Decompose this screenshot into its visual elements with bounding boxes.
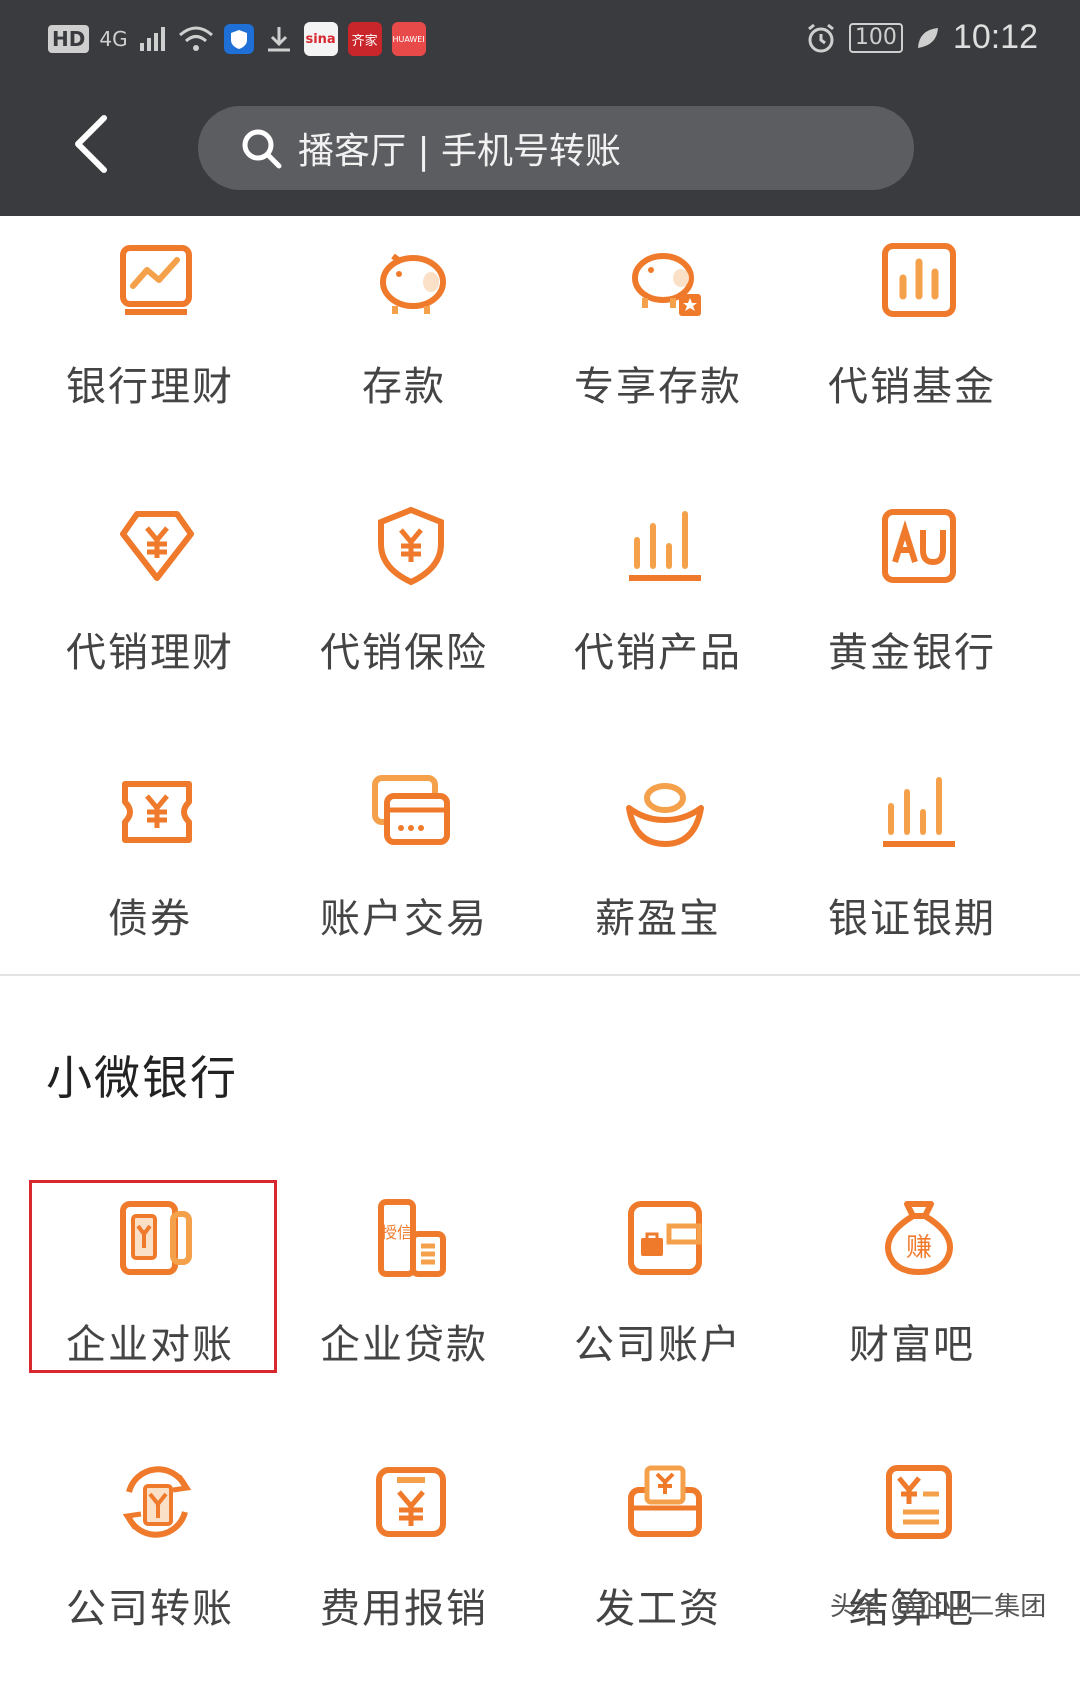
network-indicator: 4G — [99, 27, 128, 51]
tile-label: 银证银期 — [828, 896, 996, 942]
chart-line-icon — [120, 245, 192, 315]
yen-diamond-icon — [120, 511, 194, 581]
tile-expense-reimburse[interactable]: 费用报销 — [276, 1452, 546, 1702]
qijia-app-icon: 齐家 — [347, 22, 382, 56]
tile-label: 企业贷款 — [320, 1322, 488, 1368]
tile-company-account[interactable]: 公司账户 — [530, 1188, 800, 1438]
tile-label: 黄金银行 — [828, 630, 996, 676]
back-button[interactable] — [66, 112, 116, 176]
yen-box-icon — [376, 1467, 446, 1537]
watermark: 头条 @企业二集团 — [830, 1592, 1047, 1622]
tile-label: 代销理财 — [66, 630, 234, 676]
earn-badge-text: 赚 — [906, 1233, 932, 1263]
tile-label: 存款 — [362, 364, 446, 410]
tile-agency-products[interactable]: 代销产品 — [530, 496, 800, 746]
bar-chart-icon — [882, 243, 956, 317]
money-bag-icon: 赚 — [885, 1201, 953, 1276]
alarm-icon — [807, 23, 834, 52]
signal-icon — [139, 27, 165, 51]
salary-icon — [628, 1465, 702, 1537]
tile-agency-fund[interactable]: 代销基金 — [784, 230, 1054, 480]
download-icon — [267, 27, 290, 52]
tile-label: 财富吧 — [849, 1322, 975, 1368]
tile-wealth-bar[interactable]: 赚 财富吧 — [784, 1188, 1054, 1438]
tile-label: 公司账户 — [574, 1322, 742, 1368]
au-icon — [882, 509, 956, 583]
leaf-icon — [917, 27, 938, 48]
search-icon — [242, 129, 282, 169]
tile-label: 账户交易 — [320, 896, 488, 942]
tile-deposit[interactable]: 存款 — [276, 230, 546, 480]
battery-level: 100 — [848, 22, 903, 53]
highlight-box — [29, 1180, 277, 1373]
tile-label: 银行理财 — [66, 364, 234, 410]
tile-label: 代销产品 — [574, 630, 742, 676]
search-placeholder: 播客厅 | 手机号转账 — [298, 131, 622, 172]
wifi-icon — [178, 26, 213, 51]
hd-indicator: HD — [48, 25, 90, 53]
tile-agency-wealth[interactable]: 代销理财 — [22, 496, 292, 746]
tile-label: 代销基金 — [828, 364, 996, 410]
tile-company-transfer[interactable]: 公司转账 — [22, 1452, 292, 1702]
tile-agency-insurance[interactable]: 代销保险 — [276, 496, 546, 746]
tile-gold-bank[interactable]: 黄金银行 — [784, 496, 1054, 746]
section-divider — [0, 974, 1080, 976]
yen-shield-icon — [378, 506, 444, 586]
transfer-icon — [122, 1466, 192, 1538]
header: HD 4G sina 齐家 HUAWEI 100 10:12 播客厅 | 手机号… — [0, 0, 1080, 216]
bar-chart-icon — [883, 777, 955, 847]
shield-app-icon — [223, 24, 254, 54]
piggy-bank-icon — [380, 253, 446, 314]
section-title: 小微银行 — [46, 1051, 238, 1105]
yen-document-icon — [886, 1465, 952, 1539]
yen-ticket-icon — [122, 781, 192, 843]
tile-bank-wealth[interactable]: 银行理财 — [22, 230, 292, 480]
wallet-icon — [628, 1201, 702, 1275]
bar-chart-icon — [629, 511, 701, 581]
status-bar: HD 4G sina 齐家 HUAWEI 100 10:12 — [0, 0, 1080, 84]
credit-badge-text: 授信 — [381, 1223, 413, 1242]
tile-label: 专享存款 — [574, 364, 742, 410]
tile-label: 代销保险 — [320, 630, 488, 676]
status-right: 100 10:12 — [805, 18, 1038, 57]
status-left: HD 4G sina 齐家 HUAWEI — [48, 22, 426, 56]
tile-pay-salary[interactable]: 发工资 — [530, 1452, 800, 1702]
credit-building-icon: 授信 — [378, 1199, 446, 1277]
cards-icon — [372, 775, 450, 845]
tile-label: 薪盈宝 — [595, 896, 721, 942]
piggy-bank-star-icon — [632, 253, 701, 316]
clock: 10:12 — [952, 18, 1038, 56]
tile-label: 债券 — [108, 896, 192, 942]
tile-enterprise-loan[interactable]: 授信 企业贷款 — [276, 1188, 546, 1438]
huawei-app-icon: HUAWEI — [391, 22, 426, 56]
sina-app-icon: sina — [303, 22, 338, 56]
tile-settlement-bar[interactable]: 结算吧 — [784, 1452, 1054, 1702]
tile-exclusive-deposit[interactable]: 专享存款 — [530, 230, 800, 480]
tile-label: 费用报销 — [320, 1586, 488, 1632]
tile-label: 公司转账 — [66, 1586, 234, 1632]
search-bar[interactable]: 播客厅 | 手机号转账 — [198, 106, 914, 190]
gold-ingot-icon — [626, 783, 704, 847]
tile-label: 发工资 — [595, 1586, 721, 1632]
chevron-left-icon — [75, 115, 107, 173]
